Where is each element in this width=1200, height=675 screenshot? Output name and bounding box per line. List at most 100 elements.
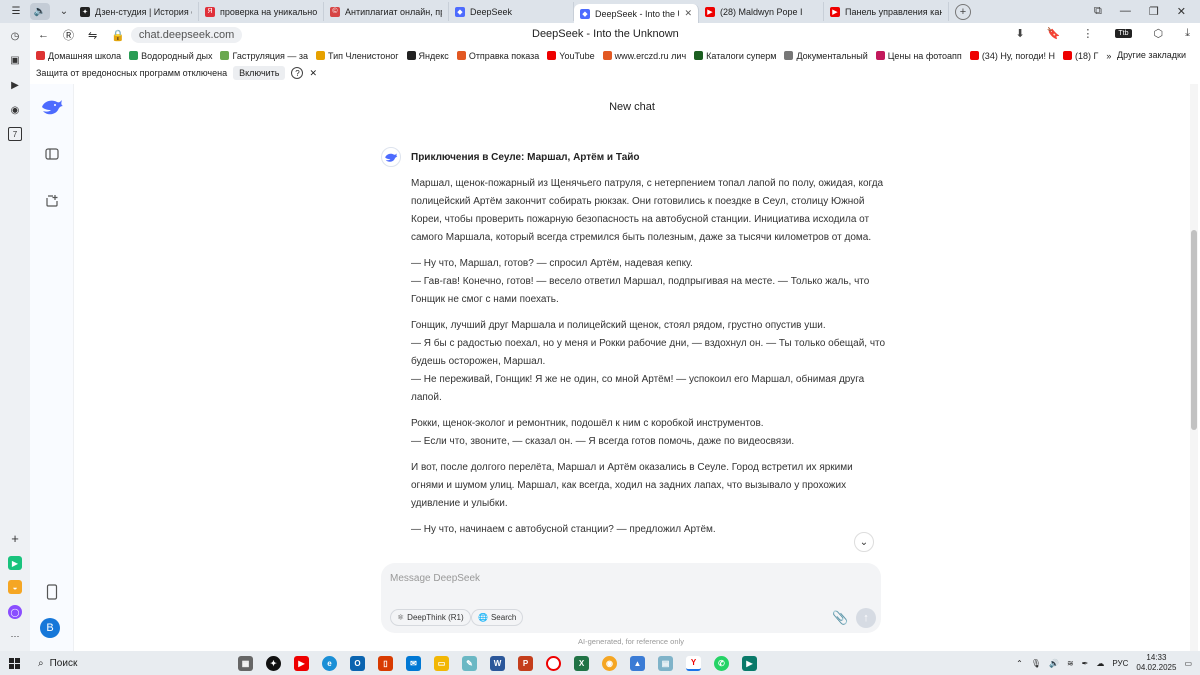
powerpoint-icon[interactable]: P <box>518 655 533 671</box>
tab-list-icon[interactable]: ⇋ <box>88 29 97 42</box>
new-tab-button[interactable]: + <box>955 3 971 20</box>
deepseek-logo-icon[interactable] <box>40 98 64 121</box>
more-menu-icon[interactable]: ⋮ <box>1082 27 1093 40</box>
alice-icon[interactable]: ◯ <box>8 605 22 619</box>
windows-start-icon[interactable] <box>0 657 28 669</box>
app-icon[interactable]: ✦ <box>266 655 281 671</box>
collections-icon[interactable]: ▣ <box>8 53 22 67</box>
sound-tab-icon[interactable]: 🔈 <box>30 3 50 20</box>
extensions-icon[interactable]: ⬡ <box>1154 27 1164 40</box>
media-icon[interactable]: ◉ <box>8 103 22 117</box>
pen-icon[interactable]: ✒ <box>1082 659 1089 668</box>
browser-tab[interactable]: ✦ Дзен-студия | История от <box>74 2 199 21</box>
photos-icon[interactable]: ▲ <box>630 655 645 671</box>
bookmark-item[interactable]: Цены на фотоапп <box>875 51 962 61</box>
add-panel-icon[interactable]: + <box>8 531 22 546</box>
excel-icon[interactable]: X <box>574 655 589 671</box>
bookmark-item[interactable]: Тип Членистоног <box>316 51 399 61</box>
search-icon: ⌕ <box>38 657 44 669</box>
maximize-window-button[interactable]: ❐ <box>1149 5 1159 18</box>
youtube-icon[interactable]: ▶ <box>294 655 309 671</box>
bookmark-item[interactable]: Документальный <box>784 51 868 61</box>
download-arrow-icon[interactable]: ⤓ <box>1185 27 1190 40</box>
bookmark-item[interactable]: Домашняя школа <box>36 51 121 61</box>
bookmark-item[interactable]: Водородный дых <box>129 51 212 61</box>
browser-menu-icon[interactable]: ☰ <box>6 3 26 20</box>
bookmark-item[interactable]: (18) Г <box>1062 51 1098 61</box>
url-field[interactable]: chat.deepseek.com <box>130 27 243 43</box>
edge-icon[interactable]: e <box>322 655 337 671</box>
close-window-button[interactable]: ✕ <box>1177 5 1186 18</box>
bookmark-icon[interactable]: 🔖 <box>1047 27 1061 40</box>
office-icon[interactable]: ▯ <box>378 655 393 671</box>
explorer-icon[interactable]: ▭ <box>434 655 449 671</box>
close-tab-icon[interactable]: ✕ <box>684 8 692 19</box>
notifications-icon[interactable]: ▭ <box>1184 659 1192 668</box>
calendar-icon[interactable]: 7 <box>8 127 22 141</box>
browser-tab[interactable]: ◆ DeepSeek - Into the Unk ✕ <box>574 4 699 23</box>
other-bookmarks[interactable]: Другие закладки <box>1117 50 1186 60</box>
browser-tab[interactable]: ▶ (28) Maldwyn Pope I <box>699 2 824 21</box>
bookmark-manager-icon[interactable]: ⧉ <box>1094 5 1102 18</box>
paint-icon[interactable]: ✎ <box>462 655 477 671</box>
attach-icon[interactable]: 📎 <box>832 610 848 626</box>
reader-icon[interactable]: Ⓡ <box>63 27 74 43</box>
bookmark-item[interactable]: (34) Ну, погоди! Н <box>969 51 1055 61</box>
word-icon[interactable]: W <box>490 655 505 671</box>
close-warning-icon[interactable]: ✕ <box>309 68 317 79</box>
history-icon[interactable]: ◷ <box>8 29 22 43</box>
bookmark-favicon-icon <box>36 51 45 60</box>
opera-icon[interactable] <box>546 655 561 671</box>
wifi-icon[interactable]: ≋ <box>1067 659 1074 668</box>
taskbar-search[interactable]: ⌕ Поиск <box>28 658 208 669</box>
enable-protection-button[interactable]: Включить <box>233 66 286 80</box>
chrome-icon[interactable]: ◉ <box>602 655 617 671</box>
chevron-down-icon[interactable]: ⌄ <box>54 3 74 20</box>
extension-icon[interactable]: Ttb <box>1115 29 1132 38</box>
deepthink-button[interactable]: ⚛ DeepThink (R1) <box>390 609 471 626</box>
browser-tab[interactable]: Япроверка на уникальност <box>199 2 324 21</box>
browser-sidebar: ◷ ▣ ▶ ◉ 7 + ▶ ◒ ◯ ⋯ <box>0 23 30 651</box>
bookmark-item[interactable]: Каталоги суперм <box>694 51 776 61</box>
microphone-icon[interactable]: 🎙 <box>1031 659 1041 668</box>
clock[interactable]: 14:33 04.02.2025 <box>1136 653 1176 673</box>
scrollbar-thumb[interactable] <box>1191 230 1197 430</box>
toggle-sidebar-icon[interactable] <box>43 145 61 163</box>
bookmark-item[interactable]: www.erczd.ru лич <box>602 51 686 61</box>
notes-icon[interactable]: ▤ <box>658 655 673 671</box>
browser-tab[interactable]: ◆ DeepSeek <box>449 2 574 21</box>
message-paragraph: — Ну что, Маршал, готов? — спросил Артём… <box>411 258 870 305</box>
yandex-browser-icon[interactable]: Y <box>686 655 701 671</box>
language-indicator[interactable]: РУС <box>1112 659 1128 668</box>
bookmark-item[interactable]: Отправка показа <box>456 51 539 61</box>
media-player-icon[interactable]: ▶ <box>742 655 757 671</box>
send-button[interactable]: ↑ <box>856 608 876 628</box>
message-input[interactable]: Message DeepSeek <box>390 573 480 584</box>
bookmark-item[interactable]: Гаструляция — за <box>220 51 308 61</box>
avatar[interactable]: B <box>40 618 60 638</box>
bookmark-item[interactable]: Яндекс <box>406 51 449 61</box>
more-apps-icon[interactable]: ⋯ <box>8 629 22 643</box>
task-view-icon[interactable]: ▦ <box>238 655 253 671</box>
whatsapp-icon[interactable]: ✆ <box>714 655 729 671</box>
more-bookmarks-icon[interactable]: » <box>1106 51 1111 61</box>
market-app-icon[interactable]: ◒ <box>8 580 22 594</box>
search-button[interactable]: 🌐 Search <box>471 609 524 626</box>
video-icon[interactable]: ▶ <box>8 78 22 92</box>
downloads-icon[interactable]: ⬇ <box>1015 27 1024 40</box>
new-chat-icon[interactable] <box>43 192 61 210</box>
mail-icon[interactable]: ✉ <box>406 655 421 671</box>
volume-icon[interactable]: 🔊 <box>1049 659 1059 668</box>
outlook-icon[interactable]: O <box>350 655 365 671</box>
browser-tab[interactable]: ▶ Панель управления кана <box>824 2 949 21</box>
browser-tab[interactable]: © Антиплагиат онлайн, про <box>324 2 449 21</box>
scroll-down-button[interactable]: ⌄ <box>854 532 874 552</box>
minimize-window-button[interactable]: — <box>1120 5 1131 18</box>
help-icon[interactable]: ? <box>291 67 304 79</box>
chevron-up-icon[interactable]: ⌃ <box>1016 659 1023 668</box>
mobile-app-icon[interactable] <box>43 583 61 601</box>
back-icon[interactable]: ← <box>38 29 49 41</box>
cloud-icon[interactable]: ☁ <box>1096 659 1104 668</box>
play-app-icon[interactable]: ▶ <box>8 556 22 570</box>
bookmark-item[interactable]: YouTube <box>547 51 595 61</box>
